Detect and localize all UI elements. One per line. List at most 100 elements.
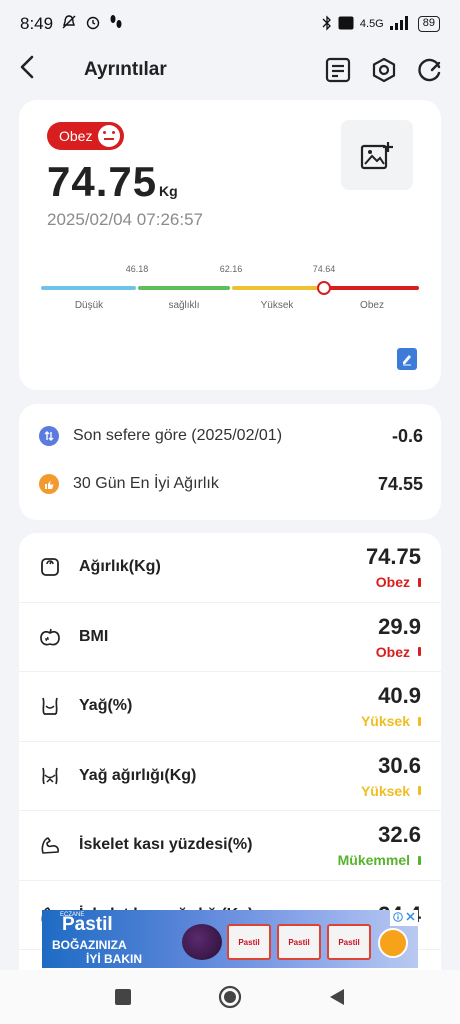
ad-banner[interactable]: ECZANE Pastil BOĞAZINIZA İYİ BAKIN Pasti…	[42, 910, 418, 968]
status-indicator	[418, 577, 421, 587]
ad-berries-image	[182, 924, 222, 960]
apple-icon	[39, 626, 61, 648]
scale-marker-face-icon	[317, 281, 331, 295]
summary-card: Obez 74.75 Kg 2025/02/04 07:26:57 46.18 …	[19, 100, 441, 390]
bluetooth-icon	[322, 14, 332, 34]
ad-pack-label: Pastil	[238, 937, 260, 947]
scale-icon	[39, 556, 61, 578]
scale-tick: 74.64	[312, 264, 336, 274]
ad-pack-label: Pastil	[288, 937, 310, 947]
volte-icon	[338, 16, 354, 33]
scale-label: Obez	[360, 300, 384, 311]
weight-value: 74.75	[47, 158, 158, 205]
metric-label: İskelet kası yüzdesi(%)	[79, 836, 253, 854]
hexagon-settings-icon	[372, 57, 396, 83]
metric-row-fat-weight[interactable]: Yağ ağırlığı(Kg) 30.6 Yüksek	[19, 741, 441, 811]
metric-value: 40.9	[378, 683, 421, 709]
edit-icon	[403, 355, 411, 366]
body-fat-icon	[39, 695, 61, 717]
status-bar: 8:49 4.5G 89	[0, 0, 460, 48]
metric-value: 74.75	[365, 544, 421, 570]
settings-button[interactable]	[370, 56, 398, 84]
metric-status-label: Obez	[375, 574, 410, 591]
metric-status-label: Yüksek	[360, 713, 410, 730]
report-button[interactable]	[324, 56, 352, 84]
metric-label: Ağırlık(Kg)	[79, 558, 161, 576]
scale-tick: 62.16	[219, 264, 243, 274]
refresh-icon	[418, 58, 441, 82]
ad-close-button[interactable]	[390, 910, 418, 926]
neutral-face-icon	[98, 125, 121, 147]
status-time: 8:49	[20, 14, 54, 33]
comparison-value: -0.6	[391, 425, 423, 446]
body-fat-weight-icon	[39, 765, 61, 787]
back-nav-button[interactable]	[317, 977, 357, 1017]
ad-product-pack: Pastil	[327, 924, 371, 960]
metric-value: 32.6	[378, 822, 421, 848]
metric-status: Obez	[366, 574, 421, 590]
edit-button[interactable]	[397, 348, 417, 370]
weight-unit: Kg	[159, 183, 178, 199]
scale-segment-high	[232, 286, 323, 290]
ad-brand: Pastil	[62, 914, 113, 935]
battery-indicator: 89	[417, 16, 440, 32]
refresh-button[interactable]	[416, 56, 444, 84]
metric-status-label: Mükemmel	[337, 852, 410, 869]
home-button[interactable]	[210, 977, 250, 1017]
scale-tick: 46.18	[125, 264, 149, 274]
add-image-icon	[360, 142, 393, 170]
scale-segment-healthy	[138, 286, 230, 290]
weight-scale: 46.18 62.16 74.64 Düşük sağlıklı Yüksek …	[41, 264, 419, 324]
signal-icon	[389, 15, 412, 33]
comparison-row[interactable]: 30 Gün En İyi Ağırlık 74.55	[39, 466, 423, 502]
steps-icon	[109, 14, 123, 35]
status-badge: Obez	[47, 122, 125, 150]
mute-icon	[61, 14, 77, 35]
status-indicator	[418, 786, 421, 796]
metric-status: Obez	[376, 644, 421, 660]
close-icon	[406, 912, 415, 924]
metric-row-skeletal-muscle-percent[interactable]: İskelet kası yüzdesi(%) 32.6 Mükemmel	[19, 811, 441, 881]
ad-pack-label: Pastil	[338, 937, 360, 947]
scale-label: Düşük	[74, 300, 104, 311]
scale-label: Yüksek	[260, 300, 294, 311]
metric-label: Yağ ağırlığı(Kg)	[79, 766, 197, 784]
back-button[interactable]	[16, 54, 44, 87]
status-indicator	[418, 855, 421, 865]
compare-icon	[39, 426, 59, 446]
metric-value: 30.6	[378, 752, 421, 778]
comparison-value: 74.55	[377, 473, 423, 494]
status-indicator	[418, 716, 421, 726]
metric-row-bmi[interactable]: BMI 29.9 Obez	[19, 602, 441, 672]
scale-segment-obese	[325, 286, 419, 290]
badge-label: Obez	[59, 128, 93, 144]
ad-product-pack: Pastil	[277, 924, 321, 960]
ad-tagline: İYİ BAKIN	[86, 952, 143, 966]
scale-label: sağlıklı	[168, 300, 200, 311]
metric-status: Yüksek	[361, 783, 421, 799]
scale-segment-low	[41, 286, 136, 290]
measurement-timestamp: 2025/02/04 07:26:57	[47, 210, 203, 229]
ad-product-pack: Pastil	[227, 924, 271, 960]
metric-label: Yağ(%)	[79, 697, 133, 715]
recents-button[interactable]	[103, 977, 143, 1017]
square-icon	[115, 989, 132, 1005]
add-photo-button[interactable]	[341, 120, 413, 190]
comparison-row[interactable]: Son sefere göre (2025/02/01) -0.6	[39, 418, 423, 454]
triangle-back-icon	[329, 989, 344, 1005]
metric-status-label: Obez	[375, 643, 410, 660]
muscle-icon	[39, 834, 61, 856]
network-type: 4.5G	[359, 18, 384, 30]
status-indicator	[418, 647, 421, 657]
metric-status: Mükemmel	[338, 852, 421, 868]
comparison-label: Son sefere göre (2025/02/01)	[73, 427, 283, 444]
metric-status: Yüksek	[361, 713, 421, 729]
metric-row-weight[interactable]: Ağırlık(Kg) 74.75 Obez	[19, 533, 441, 603]
comparison-label: 30 Gün En İyi Ağırlık	[73, 475, 219, 492]
report-icon	[325, 57, 351, 83]
circle-icon	[218, 985, 242, 1009]
metric-row-fat-percent[interactable]: Yağ(%) 40.9 Yüksek	[19, 672, 441, 742]
metric-value: 29.9	[378, 613, 421, 639]
ad-badge-image	[378, 928, 408, 958]
ad-tagline: BOĞAZINIZA	[52, 938, 127, 952]
